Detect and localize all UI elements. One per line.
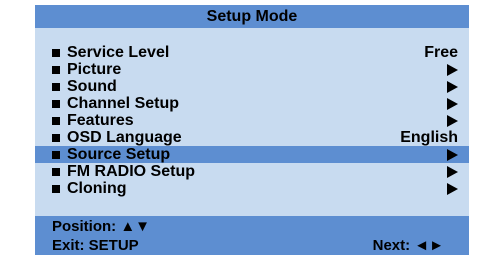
square-bullet-icon — [52, 66, 60, 74]
setup-mode-panel: Setup Mode Service Level Free Picture So… — [35, 5, 469, 255]
menu-item-cloning[interactable]: Cloning — [35, 180, 469, 197]
menu-item-service-level[interactable]: Service Level Free — [35, 44, 469, 61]
menu-item-osd-language[interactable]: OSD Language English — [35, 129, 469, 146]
arrow-right-icon — [447, 64, 458, 76]
menu-item-label: Picture — [67, 61, 122, 78]
next-hint: Next: ◄► — [372, 237, 444, 254]
arrow-right-icon — [447, 115, 458, 127]
arrow-right-icon — [447, 149, 458, 161]
exit-hint: Exit: SETUP — [52, 237, 139, 254]
service-level-value: Free — [424, 44, 458, 61]
menu-item-label: FM RADIO Setup — [67, 163, 195, 180]
arrow-right-icon — [447, 183, 458, 195]
square-bullet-icon — [52, 168, 60, 176]
square-bullet-icon — [52, 100, 60, 108]
menu-item-label: Features — [67, 112, 134, 129]
menu-item-picture[interactable]: Picture — [35, 61, 469, 78]
menu-item-features[interactable]: Features — [35, 112, 469, 129]
square-bullet-icon — [52, 134, 60, 142]
square-bullet-icon — [52, 185, 60, 193]
title-bar: Setup Mode — [35, 5, 469, 28]
menu-item-label: Source Setup — [67, 146, 171, 163]
menu-item-channel-setup[interactable]: Channel Setup — [35, 95, 469, 112]
setup-menu: Service Level Free Picture Sound Channel… — [35, 44, 469, 197]
osd-language-value: English — [400, 129, 458, 146]
square-bullet-icon — [52, 49, 60, 57]
menu-item-label: OSD Language — [67, 129, 182, 146]
window-title: Setup Mode — [206, 7, 298, 25]
arrow-right-icon — [447, 166, 458, 178]
square-bullet-icon — [52, 151, 60, 159]
square-bullet-icon — [52, 117, 60, 125]
menu-item-sound[interactable]: Sound — [35, 78, 469, 95]
menu-item-label: Channel Setup — [67, 95, 180, 112]
menu-item-label: Service Level — [67, 44, 170, 61]
menu-item-label: Cloning — [67, 180, 127, 197]
arrow-right-icon — [447, 81, 458, 93]
arrow-right-icon — [447, 98, 458, 110]
position-hint: Position: ▲▼ — [52, 218, 151, 235]
square-bullet-icon — [52, 83, 60, 91]
menu-item-fm-radio-setup[interactable]: FM RADIO Setup — [35, 163, 469, 180]
menu-item-label: Sound — [67, 78, 117, 95]
menu-item-source-setup[interactable]: Source Setup — [35, 146, 469, 163]
help-footer: Position: ▲▼ Exit: SETUP Next: ◄► — [35, 216, 469, 255]
